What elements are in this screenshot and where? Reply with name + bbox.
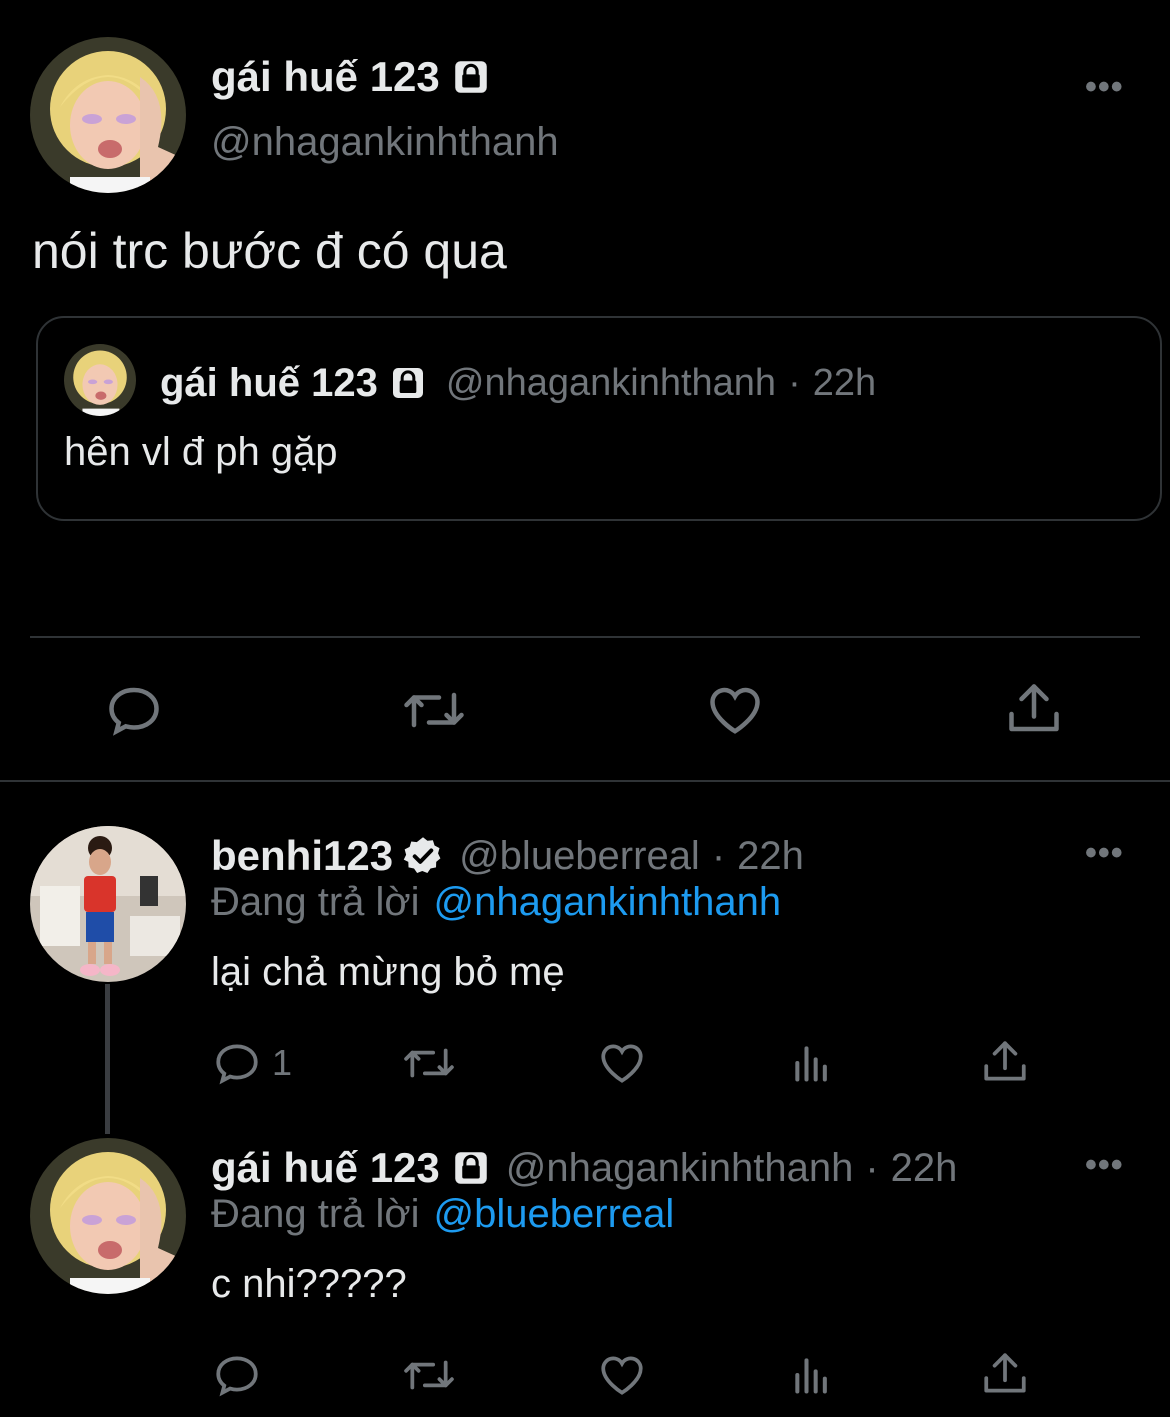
retweet-icon[interactable] xyxy=(400,1038,458,1088)
reply-icon[interactable] xyxy=(212,1038,262,1088)
author-name[interactable]: benhi123 xyxy=(211,832,393,880)
reply-icon[interactable] xyxy=(104,680,164,740)
lock-icon xyxy=(388,363,428,403)
share-icon[interactable] xyxy=(1004,678,1064,740)
more-options-icon[interactable]: ••• xyxy=(1085,1148,1124,1182)
separator-dot: · xyxy=(865,1145,879,1190)
section-divider xyxy=(0,780,1170,782)
like-icon[interactable] xyxy=(596,1038,648,1088)
lock-icon xyxy=(450,56,492,98)
timestamp[interactable]: 22h xyxy=(891,1146,958,1191)
quote-author-handle: @nhagankinhthanh xyxy=(445,361,777,404)
share-icon[interactable] xyxy=(980,1036,1030,1088)
avatar[interactable] xyxy=(30,1138,186,1294)
tweet-text: c nhi????? xyxy=(211,1262,407,1306)
more-options-icon[interactable]: ••• xyxy=(1085,70,1124,104)
timestamp[interactable]: 22h xyxy=(737,834,804,879)
retweet-icon[interactable] xyxy=(400,680,468,740)
quote-text: hên vl đ ph gặp xyxy=(64,430,338,474)
thread-line xyxy=(105,984,110,1134)
tweet-text: nói trc bước đ có qua xyxy=(32,223,507,279)
author-handle[interactable]: @nhagankinhthanh xyxy=(211,120,559,165)
tweet-text: lại chả mừng bỏ mẹ xyxy=(211,950,565,994)
separator-dot: · xyxy=(711,833,726,878)
analytics-icon[interactable] xyxy=(790,1040,834,1086)
replying-to-link[interactable]: @blueberreal xyxy=(434,1192,675,1237)
author-handle[interactable]: @blueberreal xyxy=(459,834,700,879)
reply-icon[interactable] xyxy=(212,1350,262,1400)
retweet-icon[interactable] xyxy=(400,1350,458,1400)
replying-to-label: Đang trả lời xyxy=(211,1192,420,1236)
like-icon[interactable] xyxy=(596,1350,648,1400)
quote-avatar xyxy=(64,344,136,416)
avatar[interactable] xyxy=(30,826,186,982)
quote-author-name: gái huế 123 xyxy=(160,360,378,405)
replying-to-link[interactable]: @nhagankinhthanh xyxy=(434,880,782,925)
replying-to-label: Đang trả lời xyxy=(211,880,420,924)
author-handle[interactable]: @nhagankinhthanh xyxy=(506,1146,854,1191)
author-name[interactable]: gái huế 123 xyxy=(211,53,440,101)
author-name[interactable]: gái huế 123 xyxy=(211,1144,440,1192)
separator-dot: · xyxy=(788,361,801,404)
lock-icon xyxy=(450,1147,492,1189)
divider xyxy=(30,636,1140,638)
verified-badge-icon xyxy=(401,834,445,878)
quote-timestamp: 22h xyxy=(812,361,877,404)
more-options-icon[interactable]: ••• xyxy=(1085,836,1124,870)
quote-tweet-card[interactable]: gái huế 123 @nhagankinhthanh · 22h hên v… xyxy=(36,316,1162,521)
reply-count: 1 xyxy=(272,1042,293,1083)
like-icon[interactable] xyxy=(704,680,766,740)
share-icon[interactable] xyxy=(980,1348,1030,1400)
avatar[interactable] xyxy=(30,37,186,193)
analytics-icon[interactable] xyxy=(790,1352,834,1398)
